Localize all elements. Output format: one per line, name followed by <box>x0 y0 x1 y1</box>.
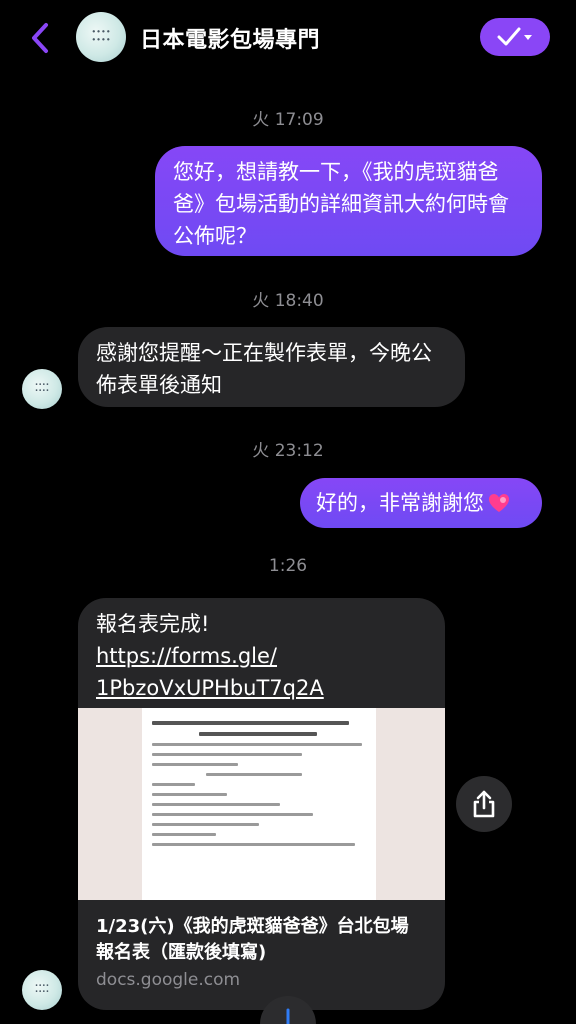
link-preview-title: 1/23(六)《我的虎斑貓爸爸》台北包場報名表（匯款後填寫) <box>96 916 409 963</box>
mark-read-button[interactable] <box>480 18 550 56</box>
timestamp: 火 18:40 <box>252 291 324 311</box>
timestamp: 1:26 <box>268 556 308 576</box>
check-dropdown-icon <box>497 27 532 46</box>
message-text: 報名表完成! <box>96 612 210 636</box>
link-preview-image[interactable] <box>78 708 445 900</box>
share-icon <box>473 790 495 818</box>
message-text: 好的，非常謝謝您 <box>316 491 484 515</box>
incoming-message[interactable]: 感謝您提醒～正在製作表單，今晚公佈表單後通知 <box>78 327 465 407</box>
timestamp: 火 23:12 <box>252 441 324 461</box>
outgoing-message[interactable]: 您好，想請教一下，《我的虎斑貓爸爸》包場活動的詳細資訊大約何時會公佈呢？ <box>155 146 542 256</box>
avatar-text: •••• •••• <box>34 381 50 395</box>
message-text: 感謝您提醒～正在製作表單，今晚公佈表單後通知 <box>96 341 432 397</box>
timestamp: 火 17:09 <box>252 110 324 130</box>
avatar-text: •••• •••• <box>34 982 50 996</box>
avatar[interactable]: •••• •••• <box>22 970 62 1010</box>
forms-link[interactable]: https://forms.gle/ <box>96 640 324 672</box>
share-button[interactable] <box>456 776 512 832</box>
avatar[interactable]: •••• •••• <box>22 369 62 409</box>
heart-emoji <box>489 494 509 512</box>
document-thumbnail <box>142 708 376 900</box>
avatar-text: •••• •••• <box>91 27 111 45</box>
avatar[interactable]: •••• •••• <box>76 12 126 62</box>
arrow-down-icon <box>286 1008 290 1024</box>
link-message[interactable]: 報名表完成! https://forms.gle/ 1PbzoVxUPHbuT7… <box>78 598 445 1010</box>
page-title[interactable]: 日本電影包場專門 <box>140 22 320 54</box>
link-preview-domain: docs.google.com <box>96 970 241 990</box>
chat-header: •••• •••• 日本電影包場專門 <box>0 0 576 76</box>
chevron-left-icon <box>32 23 48 53</box>
outgoing-message[interactable]: 好的，非常謝謝您 <box>300 478 542 528</box>
forms-link-cont[interactable]: 1PbzoVxUPHbuT7q2A <box>96 672 324 704</box>
back-button[interactable] <box>26 20 56 56</box>
message-text: 您好，想請教一下，《我的虎斑貓爸爸》包場活動的詳細資訊大約何時會公佈呢？ <box>173 160 509 248</box>
